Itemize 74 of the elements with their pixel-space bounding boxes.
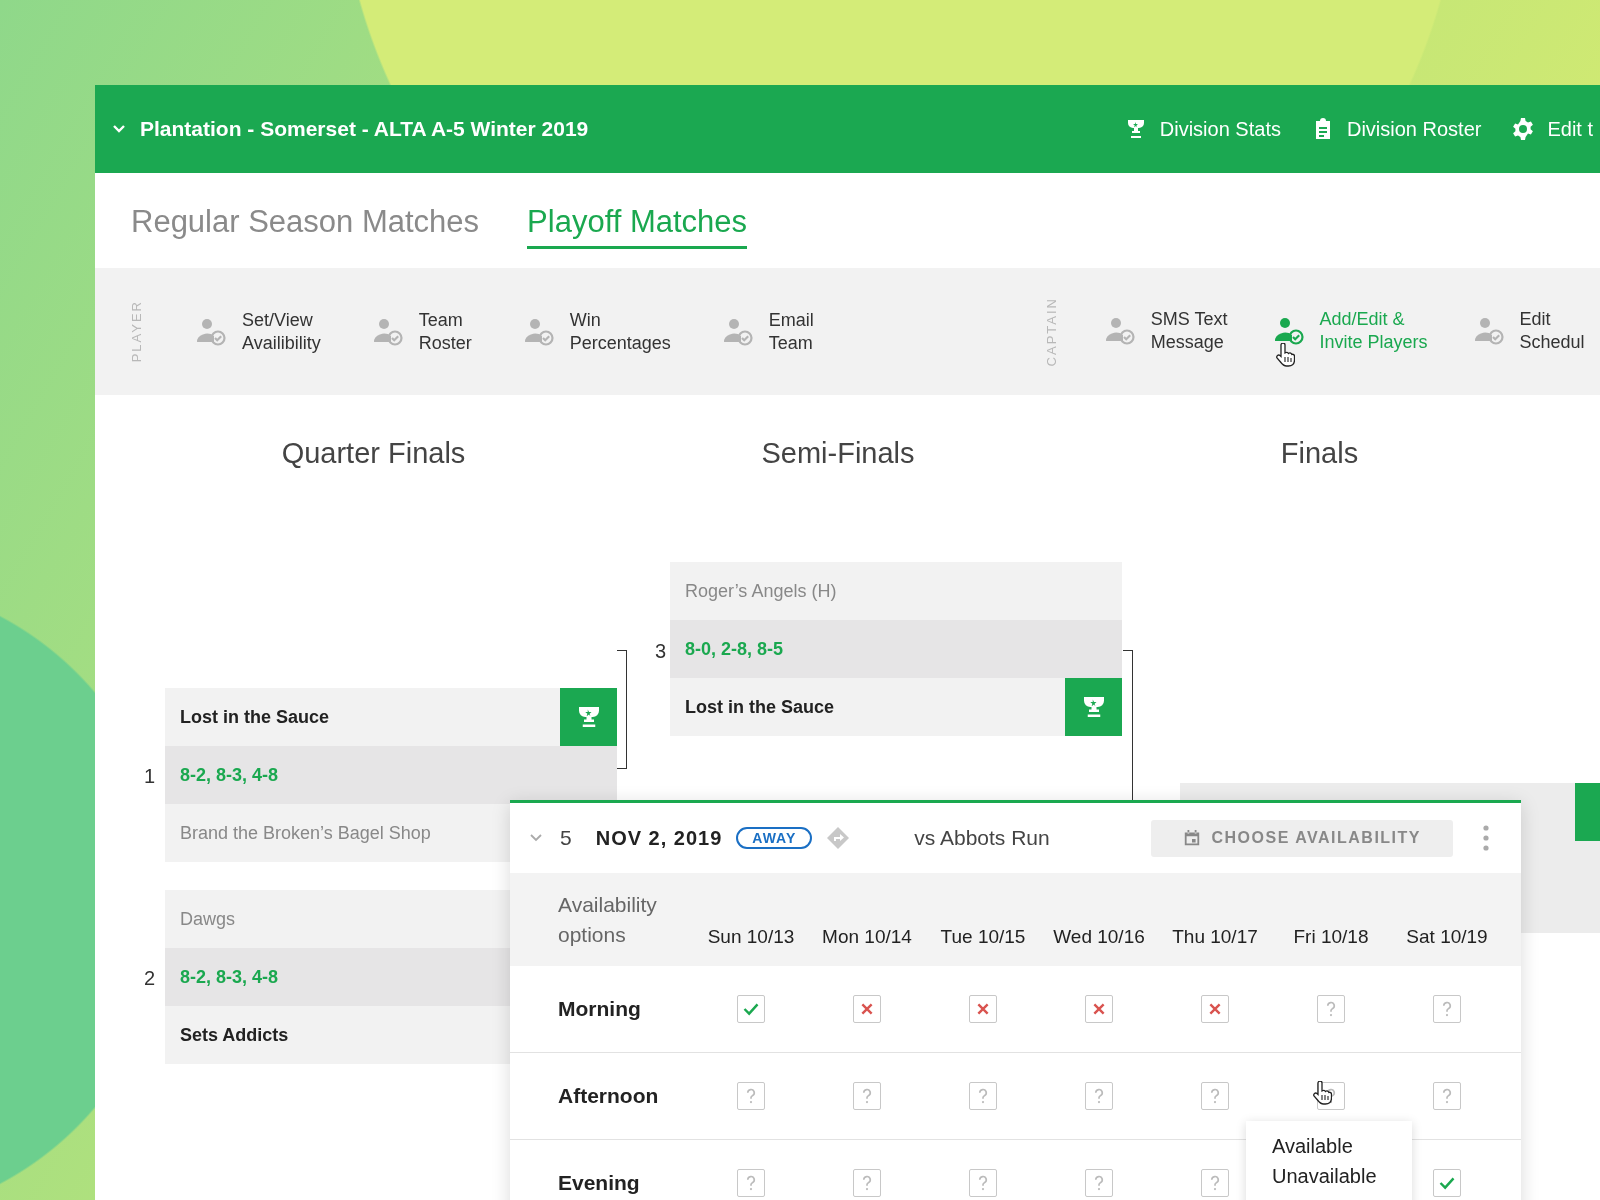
team-name: Dawgs bbox=[180, 908, 236, 930]
unavailable-mark[interactable] bbox=[853, 995, 881, 1023]
match-score: 8-2, 8-3, 4-8 bbox=[180, 966, 279, 988]
toolbar-item[interactable]: SMS Text Message bbox=[1104, 308, 1228, 355]
unknown-mark[interactable] bbox=[969, 1169, 997, 1197]
unknown-mark[interactable] bbox=[1085, 1169, 1113, 1197]
person-check-icon bbox=[722, 317, 753, 346]
match-score: 8-2, 8-3, 4-8 bbox=[180, 764, 279, 786]
team-name: Lost in the Sauce bbox=[685, 696, 835, 718]
match-number: 2 bbox=[144, 967, 156, 990]
division-title: Plantation - Somerset - ALTA A-5 Winter 2019 bbox=[140, 117, 589, 141]
more-options-icon[interactable] bbox=[1483, 825, 1489, 851]
available-mark[interactable] bbox=[1433, 1169, 1461, 1197]
team-name: Sets Addicts bbox=[180, 1024, 289, 1046]
column-header: Tue 10/15 bbox=[939, 926, 1027, 949]
match-number: 5 bbox=[560, 826, 572, 850]
unknown-mark[interactable] bbox=[737, 1082, 765, 1110]
team-name: Roger’s Angels (H) bbox=[685, 580, 837, 602]
toolbar-item[interactable]: Set/View Availibility bbox=[196, 308, 321, 355]
round-title: Semi-Finals bbox=[760, 437, 916, 470]
person-check-icon bbox=[372, 317, 403, 346]
row-label: Morning bbox=[557, 997, 642, 1021]
toolbar-item[interactable]: Team Roster bbox=[372, 308, 472, 355]
unknown-mark[interactable] bbox=[969, 1082, 997, 1110]
trophy-button[interactable] bbox=[560, 688, 617, 746]
column-header: Availability options bbox=[557, 891, 658, 948]
unavailable-mark[interactable] bbox=[969, 995, 997, 1023]
match-score: 8-0, 2-8, 8-5 bbox=[685, 638, 784, 660]
group-label: PLAYER bbox=[129, 300, 144, 363]
column-header: Sat 10/19 bbox=[1405, 926, 1489, 949]
settings-icon bbox=[1511, 117, 1536, 141]
menu-item[interactable]: Available bbox=[1246, 1135, 1412, 1165]
row-label: Afternoon bbox=[557, 1084, 660, 1108]
person-check-icon bbox=[1104, 317, 1135, 346]
person-check-icon bbox=[1273, 317, 1304, 346]
toolbar-item[interactable]: Win Percentages bbox=[523, 308, 671, 355]
row-label: Evening bbox=[557, 1171, 641, 1195]
calendar-icon bbox=[1183, 829, 1202, 847]
unknown-mark[interactable] bbox=[853, 1169, 881, 1197]
round-title: Quarter Finals bbox=[280, 437, 467, 470]
unknown-mark[interactable] bbox=[1201, 1082, 1229, 1110]
person-check-icon bbox=[523, 317, 554, 346]
team-name: Brand the Broken’s Bagel Shop bbox=[180, 822, 431, 844]
unknown-mark[interactable] bbox=[737, 1169, 765, 1197]
round-title: Finals bbox=[1279, 437, 1360, 470]
group-label: CAPTAIN bbox=[1043, 296, 1059, 367]
toolbar-item[interactable]: Email Team bbox=[722, 308, 814, 355]
pointer-cursor-icon bbox=[1275, 343, 1295, 367]
column-header: Wed 10/16 bbox=[1052, 926, 1146, 949]
match-number: 1 bbox=[144, 765, 156, 788]
venue-badge: AWAY bbox=[736, 827, 813, 849]
match-date: NOV 2, 2019 bbox=[595, 826, 723, 850]
unavailable-mark[interactable] bbox=[1201, 995, 1229, 1023]
team-name: Lost in the Sauce bbox=[180, 706, 330, 728]
column-header: Thu 10/17 bbox=[1171, 926, 1259, 949]
unknown-mark[interactable] bbox=[1201, 1169, 1229, 1197]
available-mark[interactable] bbox=[737, 995, 765, 1023]
column-header: Sun 10/13 bbox=[706, 926, 796, 949]
toolbar-item[interactable]: Edit Schedul bbox=[1473, 308, 1585, 355]
column-header: Mon 10/14 bbox=[821, 926, 913, 949]
person-check-icon bbox=[1473, 317, 1504, 346]
menu-item[interactable]: Unavailable bbox=[1246, 1165, 1412, 1195]
directions-icon[interactable] bbox=[826, 826, 851, 850]
unknown-mark[interactable] bbox=[853, 1082, 881, 1110]
unavailable-mark[interactable] bbox=[1085, 995, 1113, 1023]
match-number: 3 bbox=[655, 640, 667, 663]
column-header: Fri 10/18 bbox=[1292, 926, 1370, 949]
unknown-mark[interactable] bbox=[1433, 1082, 1461, 1110]
trophy-button[interactable] bbox=[1065, 678, 1122, 736]
unknown-mark[interactable] bbox=[1433, 995, 1461, 1023]
person-check-icon bbox=[196, 317, 226, 346]
unknown-mark[interactable] bbox=[1317, 995, 1345, 1023]
unknown-mark[interactable] bbox=[1085, 1082, 1113, 1110]
opponent-name: vs Abbots Run bbox=[914, 826, 1050, 850]
